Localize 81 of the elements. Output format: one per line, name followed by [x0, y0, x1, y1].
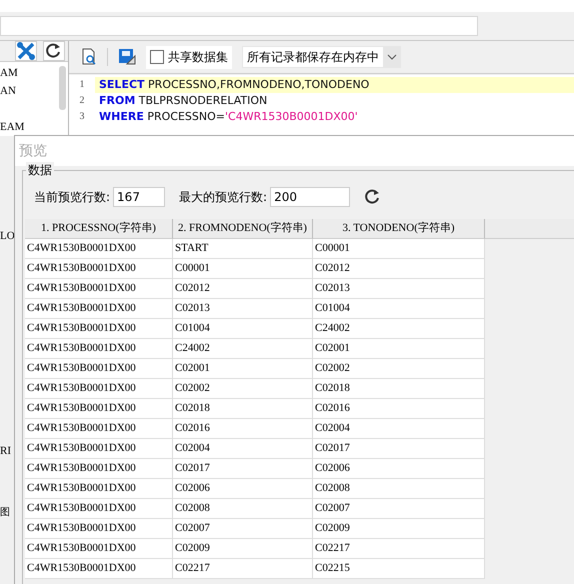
table-cell: C02217 [313, 539, 485, 559]
tree-item[interactable]: RI [0, 444, 14, 458]
table-cell: C00001 [173, 259, 313, 279]
line-number: 1 [78, 78, 86, 92]
tools-button[interactable] [15, 41, 37, 61]
table-cell: C02013 [173, 299, 313, 319]
table-cell: C02008 [313, 479, 485, 499]
line-number: 3 [78, 110, 86, 124]
table-cell: C4WR1530B0001DX00 [25, 539, 173, 559]
table-cell: C4WR1530B0001DX00 [25, 499, 173, 519]
preview-icon [81, 48, 97, 66]
column-header[interactable]: 2. FROMNODENO(字符串) [173, 219, 313, 239]
table-cell: C02012 [173, 279, 313, 299]
dialog-title: 预览 [19, 142, 47, 160]
table-cell: C02017 [313, 439, 485, 459]
scrollbar[interactable] [59, 66, 66, 110]
table-cell: C24002 [313, 319, 485, 339]
table-cell: C4WR1530B0001DX00 [25, 259, 173, 279]
table-cell: C02016 [173, 419, 313, 439]
code-line: WHERE PROCESSNO='C4WR1530B0001DX00' [98, 109, 359, 125]
table-cell: C02018 [313, 379, 485, 399]
table-cell: C02007 [313, 499, 485, 519]
table-cell: C02009 [173, 539, 313, 559]
refresh-button[interactable] [43, 41, 65, 61]
table-cell: C01004 [173, 319, 313, 339]
line-number: 2 [78, 94, 86, 108]
table-cell: C4WR1530B0001DX00 [25, 459, 173, 479]
table-cell: C02018 [173, 399, 313, 419]
share-checkbox[interactable]: 共享数据集 [146, 46, 232, 68]
table-cell: C4WR1530B0001DX00 [25, 319, 173, 339]
storage-dropdown[interactable]: 所有记录都保存在内存中 [242, 46, 401, 68]
table-cell: C4WR1530B0001DX00 [25, 479, 173, 499]
current-rows-field[interactable]: 167 [113, 187, 166, 207]
tree-item[interactable]: 图 [0, 506, 14, 520]
table-cell: C02006 [313, 459, 485, 479]
table-cell: START [173, 239, 313, 259]
table-cell: C4WR1530B0001DX00 [25, 419, 173, 439]
table-cell: C02016 [313, 399, 485, 419]
table-cell: C4WR1530B0001DX00 [25, 299, 173, 319]
table-cell: C02001 [313, 339, 485, 359]
sql-editor[interactable]: 1 2 3 SELECT PROCESSNO,FROMNODENO,TONODENO FROM TBLPRSNODERELATION WHERE PROCESSNO='C4WR1530B0001DX00' [69, 75, 574, 136]
field-label: 当前预览行数: [34, 188, 110, 206]
table-cell: C02002 [173, 379, 313, 399]
table-cell: C02006 [173, 479, 313, 499]
table-cell: C4WR1530B0001DX00 [25, 339, 173, 359]
table-cell: C02004 [313, 419, 485, 439]
table-cell: C4WR1530B0001DX00 [25, 519, 173, 539]
save-icon [118, 48, 136, 66]
table-cell: C24002 [173, 339, 313, 359]
table-cell: C02017 [173, 459, 313, 479]
address-field[interactable] [0, 16, 478, 36]
table-cell: C01004 [313, 299, 485, 319]
table-cell: C02001 [173, 359, 313, 379]
table-cell: C02012 [313, 259, 485, 279]
column-header[interactable]: 1. PROCESSNO(字符串) [25, 219, 173, 239]
tree-item[interactable]: LO [0, 229, 14, 243]
table-cell: C4WR1530B0001DX00 [25, 359, 173, 379]
table-cell: C4WR1530B0001DX00 [25, 399, 173, 419]
field-label: 最大的预览行数: [179, 188, 268, 206]
table-cell: C02008 [173, 499, 313, 519]
table-cell: C00001 [313, 239, 485, 259]
group-title: 数据 [26, 162, 54, 179]
table-cell: C4WR1530B0001DX00 [25, 239, 173, 259]
tree-item[interactable]: EAM [0, 118, 24, 136]
table-cell: C4WR1530B0001DX00 [25, 279, 173, 299]
table-cell: C02002 [313, 359, 485, 379]
max-rows-field[interactable]: 200 [270, 187, 350, 207]
code-line: FROM TBLPRSNODERELATION [98, 93, 268, 109]
table-cell: C02217 [173, 559, 313, 579]
table-cell: C02007 [173, 519, 313, 539]
table-cell: C4WR1530B0001DX00 [25, 559, 173, 579]
caret-icon [387, 54, 397, 60]
table-cell: C02013 [313, 279, 485, 299]
table-cell: C02004 [173, 439, 313, 459]
tree-item[interactable]: AM [0, 64, 18, 82]
table-cell: C4WR1530B0001DX00 [25, 379, 173, 399]
tree-item[interactable]: AN [0, 82, 16, 100]
table-cell: C4WR1530B0001DX00 [25, 439, 173, 459]
column-header[interactable]: 3. TONODENO(字符串) [313, 219, 485, 239]
table-cell: C02009 [313, 519, 485, 539]
table-cell: C02215 [313, 559, 485, 579]
